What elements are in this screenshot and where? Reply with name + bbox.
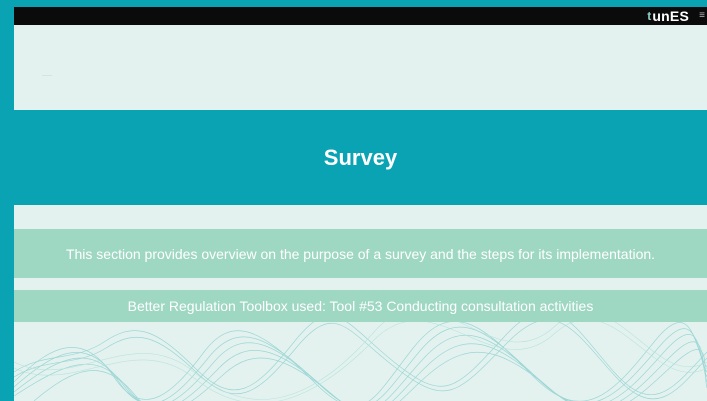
top-bar: t unES ≡ (14, 7, 707, 25)
tunes-logo: t unES (647, 8, 689, 24)
wave-decoration (14, 322, 707, 401)
overview-text: This section provides overview on the pu… (65, 245, 656, 262)
slide-canvas: t unES ≡ Survey This section provides ov… (14, 7, 707, 401)
decorative-dash (42, 75, 52, 76)
toolbox-band: Better Regulation Toolbox used: Tool #53… (14, 290, 707, 322)
logo-text: unES (652, 8, 689, 24)
menu-edge-icon: ≡ (699, 10, 705, 21)
toolbox-text: Better Regulation Toolbox used: Tool #53… (127, 298, 594, 314)
page-title: Survey (323, 144, 398, 170)
logo-mark-icon: t (647, 9, 652, 23)
title-band: Survey (14, 110, 707, 205)
overview-band: This section provides overview on the pu… (14, 229, 707, 278)
